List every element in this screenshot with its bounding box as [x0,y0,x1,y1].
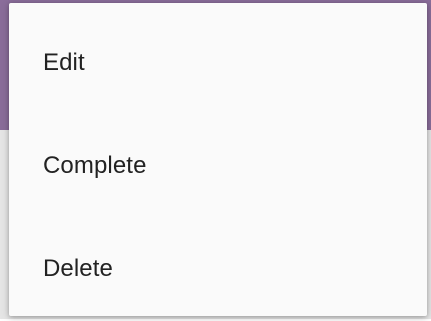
menu-item-delete[interactable]: Delete [9,217,427,321]
menu-item-edit-label: Edit [43,49,85,76]
menu-item-complete-label: Complete [43,152,147,179]
menu-item-complete[interactable]: Complete [9,114,427,218]
menu-item-delete-label: Delete [43,255,113,282]
context-menu: Edit Complete Delete [9,3,427,316]
menu-item-edit[interactable]: Edit [9,11,427,115]
